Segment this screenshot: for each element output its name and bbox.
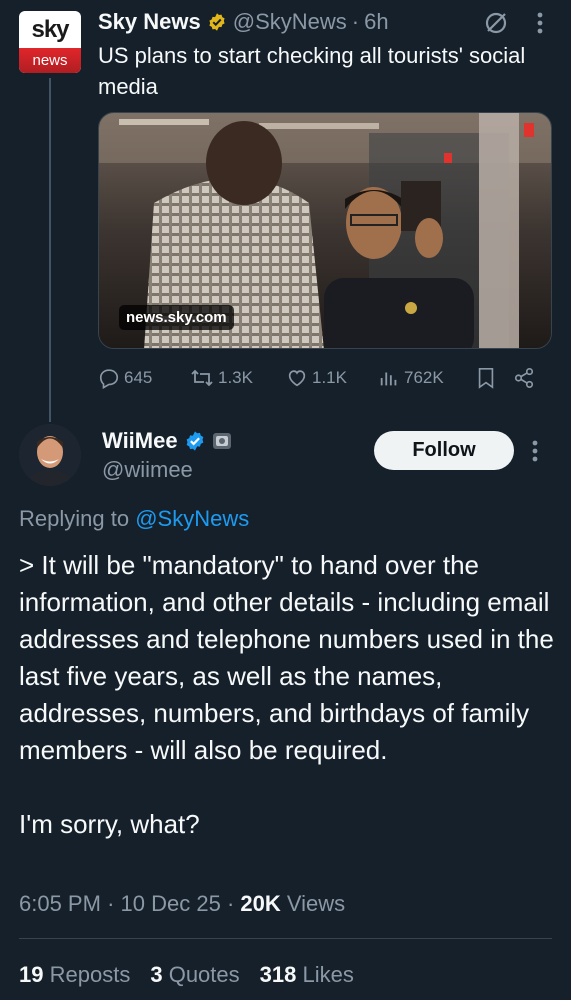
like-count: 1.1K	[312, 368, 347, 387]
reposts-count: 19	[19, 962, 44, 987]
likes-stat[interactable]: 318 Likes	[260, 962, 354, 988]
quotes-stat[interactable]: 3 Quotes	[150, 962, 239, 988]
user-avatar-image	[19, 424, 81, 486]
bookmark-icon	[478, 368, 494, 389]
parent-author-handle[interactable]: @SkyNews	[233, 9, 347, 35]
views-action[interactable]: 762K	[378, 367, 476, 389]
parent-action-bar: 645 1.3K 1.1K 762K	[98, 363, 552, 393]
tweet-paragraph-1: > It will be "mandatory" to hand over th…	[19, 550, 554, 765]
verified-gold-badge-icon	[209, 13, 225, 31]
sky-news-avatar[interactable]: sky news	[19, 11, 81, 73]
like-action[interactable]: 1.1K	[286, 367, 378, 389]
tweet-paragraph-2: I'm sorry, what?	[19, 809, 200, 839]
tweet-time[interactable]: 6:05 PM	[19, 891, 101, 916]
repost-action[interactable]: 1.3K	[190, 367, 286, 389]
more-icon[interactable]	[532, 440, 538, 462]
follow-button[interactable]: Follow	[374, 431, 514, 470]
replying-prefix: Replying to	[19, 506, 130, 531]
divider	[19, 938, 552, 939]
like-icon	[288, 370, 306, 387]
reposts-label: Reposts	[49, 962, 131, 987]
likes-label: Likes	[302, 962, 354, 987]
likes-count: 318	[259, 962, 297, 987]
more-icon[interactable]	[537, 12, 543, 34]
bookmark-action[interactable]	[476, 367, 512, 389]
thread-line	[49, 78, 51, 422]
reply-action[interactable]: 645	[98, 367, 190, 389]
share-icon	[514, 368, 534, 388]
author-name[interactable]: WiiMee	[102, 428, 178, 454]
logo-text-top: sky	[31, 15, 69, 43]
author-handle[interactable]: @wiimee	[102, 457, 193, 483]
quotes-label: Quotes	[168, 962, 240, 987]
avatar[interactable]	[19, 424, 81, 486]
replying-to-link[interactable]: @SkyNews	[135, 506, 249, 531]
share-action[interactable]	[512, 367, 536, 389]
media-domain-label: news.sky.com	[119, 305, 234, 330]
tweet-meta: 6:05 PM · 10 Dec 25 · 20K Views	[19, 891, 346, 916]
engagement-stats: 19 Reposts 3 Quotes 318 Likes	[19, 962, 354, 988]
repost-icon	[191, 369, 213, 387]
views-label: Views	[286, 891, 346, 916]
separator-dot: ·	[351, 9, 360, 34]
article-card-image[interactable]: news.sky.com	[98, 112, 552, 349]
author-name-row: WiiMee	[102, 428, 232, 454]
views-count: 20K	[240, 891, 281, 916]
affiliate-badge-icon	[212, 433, 231, 449]
quotes-count: 3	[150, 962, 163, 987]
logo-text-bottom: news	[19, 48, 81, 73]
reply-icon	[99, 369, 119, 389]
parent-author-name[interactable]: Sky News	[98, 9, 201, 35]
verified-blue-badge-icon	[186, 431, 203, 451]
tweet-body: > It will be "mandatory" to hand over th…	[19, 547, 554, 880]
reply-count: 645	[124, 368, 153, 387]
tweet-date[interactable]: 10 Dec 25	[121, 891, 221, 916]
parent-tweet-text: US plans to start checking all tourists'…	[98, 43, 526, 99]
views-icon	[380, 372, 397, 386]
repost-count: 1.3K	[218, 368, 253, 387]
replying-to: Replying to @SkyNews	[19, 506, 249, 532]
reposts-stat[interactable]: 19 Reposts	[19, 962, 130, 988]
grok-icon[interactable]	[483, 10, 509, 36]
views-count: 762K	[404, 368, 444, 387]
parent-time-ago[interactable]: 6h	[364, 9, 388, 35]
